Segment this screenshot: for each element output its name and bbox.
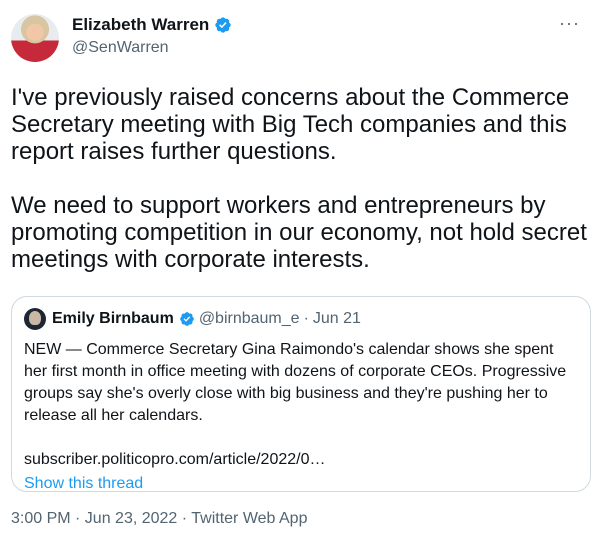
author-avatar[interactable] [11,14,59,62]
tweet-text: I've previously raised concerns about th… [11,84,587,273]
tweet-timestamp[interactable]: 3:00 PM · Jun 23, 2022 · Twitter Web App [11,508,307,530]
author-handle[interactable]: @SenWarren [72,37,232,59]
more-options-icon[interactable]: ··· [559,14,580,32]
quoted-author-name: Emily Birnbaum [52,310,174,327]
quoted-tweet[interactable]: Emily Birnbaum @birnbaum_e · Jun 21 NEW … [11,296,591,492]
quoted-meta-separator: · [303,310,309,327]
author-name[interactable]: Elizabeth Warren [72,14,209,36]
quoted-tweet-link: subscriber.politicopro.com/article/2022/… [24,451,326,468]
quoted-author-avatar [24,308,46,330]
author-name-row: Elizabeth Warren [72,14,232,36]
quoted-verified-badge-icon [179,312,194,326]
quoted-tweet-text: NEW — Commerce Secretary Gina Raimondo's… [24,341,567,424]
quoted-tweet-date: Jun 21 [312,310,361,327]
quoted-tweet-header: Emily Birnbaum @birnbaum_e · Jun 21 [24,308,578,330]
author-info: Elizabeth Warren @SenWarren [72,14,232,59]
show-thread-link[interactable]: Show this thread [24,473,578,495]
verified-badge-icon [215,17,231,33]
quoted-author-handle: @birnbaum_e [198,310,300,327]
